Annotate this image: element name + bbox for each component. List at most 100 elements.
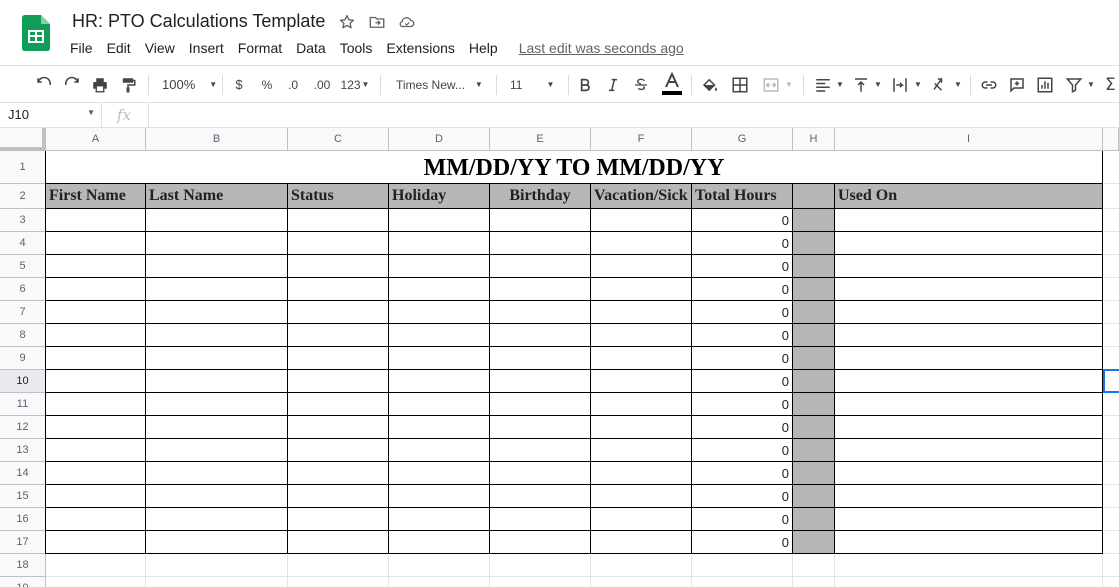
document-title[interactable]: HR: PTO Calculations Template (72, 11, 325, 32)
table-cell[interactable] (46, 232, 146, 255)
table-cell[interactable] (591, 370, 692, 393)
table-cell[interactable] (389, 278, 490, 301)
table-cell[interactable] (793, 278, 835, 301)
increase-decimal-button[interactable]: .00 (310, 66, 334, 103)
row-header-14[interactable]: 14 (0, 462, 46, 485)
table-cell[interactable] (46, 370, 146, 393)
star-icon[interactable] (337, 12, 357, 32)
table-cell[interactable] (146, 301, 288, 324)
column-header-c[interactable]: C (288, 128, 389, 151)
table-cell[interactable] (835, 324, 1103, 347)
row-header-8[interactable]: 8 (0, 324, 46, 347)
table-cell[interactable] (288, 370, 389, 393)
header-first-name[interactable]: First Name (46, 184, 146, 209)
row-header-19[interactable]: 19 (0, 577, 46, 587)
row-header-1[interactable]: 1 (0, 151, 46, 184)
table-cell[interactable] (835, 508, 1103, 531)
table-cell[interactable] (389, 324, 490, 347)
table-cell[interactable] (146, 508, 288, 531)
column-header-i[interactable]: I (835, 128, 1103, 151)
table-cell[interactable] (288, 439, 389, 462)
sheet-title-cell[interactable]: MM/DD/YY TO MM/DD/YY (46, 151, 1103, 184)
header-total-hours[interactable]: Total Hours (692, 184, 793, 209)
text-color-icon[interactable] (659, 66, 685, 103)
menu-help[interactable]: Help (462, 38, 505, 58)
total-hours-cell[interactable]: 0 (692, 255, 793, 278)
total-hours-cell[interactable]: 0 (692, 232, 793, 255)
table-cell[interactable] (490, 462, 591, 485)
table-cell[interactable] (288, 278, 389, 301)
table-cell[interactable] (793, 209, 835, 232)
table-cell[interactable] (46, 255, 146, 278)
vertical-align-icon[interactable]: ▼ (850, 66, 884, 103)
table-cell[interactable] (46, 301, 146, 324)
text-rotation-icon[interactable]: ▼ (928, 66, 964, 103)
header-used-on[interactable]: Used On (835, 184, 1103, 209)
table-cell[interactable] (835, 232, 1103, 255)
table-cell[interactable] (835, 531, 1103, 554)
table-cell[interactable] (793, 232, 835, 255)
total-hours-cell[interactable]: 0 (692, 416, 793, 439)
table-cell[interactable] (793, 531, 835, 554)
table-cell[interactable] (146, 209, 288, 232)
row-header-15[interactable]: 15 (0, 485, 46, 508)
column-header-g[interactable]: G (692, 128, 793, 151)
table-cell[interactable] (146, 347, 288, 370)
table-cell[interactable] (835, 370, 1103, 393)
table-cell[interactable] (288, 301, 389, 324)
table-cell[interactable] (793, 324, 835, 347)
paint-format-icon[interactable] (116, 66, 140, 103)
column-header-f[interactable]: F (591, 128, 692, 151)
print-icon[interactable] (88, 66, 112, 103)
table-cell[interactable] (490, 255, 591, 278)
total-hours-cell[interactable]: 0 (692, 324, 793, 347)
row-header-16[interactable]: 16 (0, 508, 46, 531)
total-hours-cell[interactable]: 0 (692, 531, 793, 554)
table-cell[interactable] (46, 462, 146, 485)
table-cell[interactable] (591, 393, 692, 416)
table-cell[interactable] (146, 416, 288, 439)
row-header-3[interactable]: 3 (0, 209, 46, 232)
header-holiday[interactable]: Holiday (389, 184, 490, 209)
table-cell[interactable] (146, 232, 288, 255)
table-cell[interactable] (389, 255, 490, 278)
menu-extensions[interactable]: Extensions (379, 38, 461, 58)
formula-input[interactable] (148, 103, 1119, 128)
table-cell[interactable] (591, 232, 692, 255)
table-cell[interactable] (146, 462, 288, 485)
menu-format[interactable]: Format (231, 38, 289, 58)
table-cell[interactable] (793, 370, 835, 393)
table-cell[interactable] (389, 462, 490, 485)
table-cell[interactable] (793, 255, 835, 278)
header-birthday[interactable]: Birthday (490, 184, 591, 209)
table-cell[interactable] (146, 370, 288, 393)
table-cell[interactable] (490, 416, 591, 439)
table-cell[interactable] (490, 232, 591, 255)
table-cell[interactable] (591, 324, 692, 347)
table-cell[interactable] (288, 508, 389, 531)
zoom-select[interactable]: 100% ▼ (156, 66, 217, 103)
table-cell[interactable] (146, 278, 288, 301)
more-formats-button[interactable]: 123 ▼ (338, 66, 372, 103)
row-header-6[interactable]: 6 (0, 278, 46, 301)
table-cell[interactable] (793, 416, 835, 439)
redo-icon[interactable] (60, 66, 84, 103)
table-cell[interactable] (46, 347, 146, 370)
row-header-5[interactable]: 5 (0, 255, 46, 278)
row-header-9[interactable]: 9 (0, 347, 46, 370)
strikethrough-icon[interactable] (631, 66, 651, 103)
row-header-11[interactable]: 11 (0, 393, 46, 416)
table-cell[interactable] (146, 485, 288, 508)
table-cell[interactable] (46, 393, 146, 416)
move-to-folder-icon[interactable] (367, 12, 387, 32)
table-cell[interactable] (490, 301, 591, 324)
table-cell[interactable] (835, 485, 1103, 508)
table-cell[interactable] (46, 439, 146, 462)
table-cell[interactable] (288, 531, 389, 554)
table-cell[interactable] (288, 485, 389, 508)
table-cell[interactable] (793, 301, 835, 324)
header-last-name[interactable]: Last Name (146, 184, 288, 209)
table-cell[interactable] (389, 393, 490, 416)
table-cell[interactable] (46, 416, 146, 439)
menu-view[interactable]: View (138, 38, 182, 58)
